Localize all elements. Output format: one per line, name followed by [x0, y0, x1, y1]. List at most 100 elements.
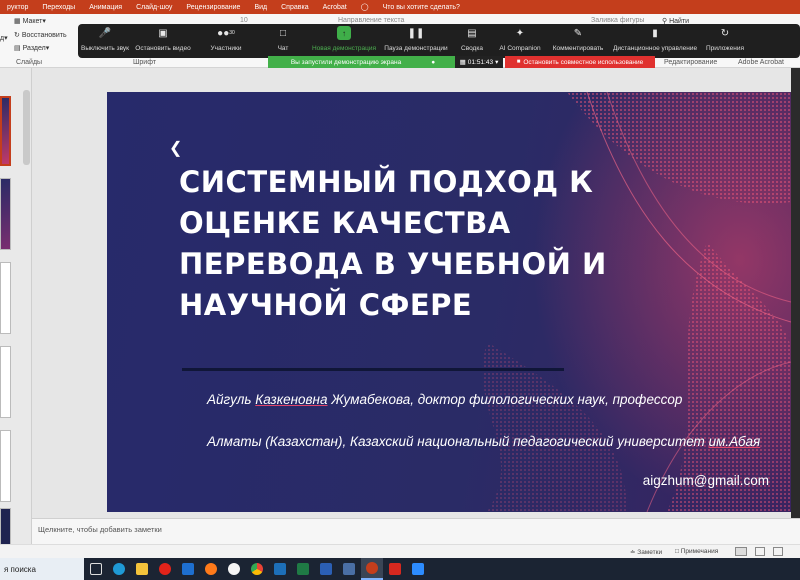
chevron-down-icon: ▾	[495, 59, 499, 66]
slide-title: СИСТЕМНЫЙ ПОДХОД К ОЦЕНКЕ КАЧЕСТВА ПЕРЕВ…	[179, 165, 607, 322]
new-share-button[interactable]: ↑ Новая демонстрация	[308, 26, 380, 52]
title-divider	[182, 368, 564, 371]
slide-thumbnail-1[interactable]	[0, 96, 11, 166]
mute-button[interactable]: 🎤 Выключить звук	[78, 26, 132, 53]
sparkle-icon: ✦	[515, 27, 525, 39]
sharing-banner: Вы запустили демонстрацию экрана ●	[268, 56, 458, 68]
menu-help[interactable]: Справка	[274, 4, 315, 11]
opera-browser-icon[interactable]	[154, 558, 176, 580]
affiliation-tail: им.Абая	[708, 434, 761, 449]
word-app-icon[interactable]	[315, 558, 337, 580]
layout-button[interactable]: ▦ Макет▾	[14, 17, 46, 25]
yandex-browser-icon[interactable]	[223, 558, 245, 580]
group-label-font: Шрифт	[133, 59, 157, 66]
current-slide[interactable]: ❮ СИСТЕМНЫЙ ПОДХОД К ОЦЕНКЕ КАЧЕСТВА ПЕР…	[107, 92, 791, 512]
slide-thumbnail-3[interactable]	[0, 262, 11, 334]
comments-toggle[interactable]: □ Примечания	[675, 548, 718, 555]
share-timer[interactable]: ▦ 01:51:43 ▾	[455, 56, 503, 68]
summary-button[interactable]: ▤ Сводка	[452, 26, 492, 53]
group-label-slides: Слайды	[16, 59, 43, 66]
reset-button[interactable]: ↻ Восстановить	[14, 31, 67, 39]
group-label-editing: Редактирование	[664, 59, 718, 66]
slide-thumbnail-6[interactable]	[0, 508, 11, 548]
chat-button[interactable]: □ Чат	[258, 26, 308, 53]
stop-sharing-button[interactable]: ■ Остановить совместное использование	[505, 56, 655, 68]
zoom-app-icon[interactable]	[407, 558, 429, 580]
photos-app-icon[interactable]	[338, 558, 360, 580]
author-line: Айгуль Казкеновна Жумабекова, доктор фил…	[207, 392, 682, 407]
remote-control-icon: ▮	[652, 27, 658, 39]
file-explorer-icon[interactable]	[131, 558, 153, 580]
menu-acrobat[interactable]: Acrobat	[316, 4, 354, 11]
font-size-fragment[interactable]: 10	[240, 17, 248, 24]
reset-icon: ↻	[14, 32, 20, 39]
notes-pane[interactable]: Щелкните, чтобы добавить заметки	[32, 518, 800, 544]
participants-icon: ●● 30	[217, 27, 235, 39]
affiliation-main: Алматы (Казахстан), Казахский национальн…	[207, 434, 705, 449]
participants-count: 30	[229, 30, 235, 36]
normal-view-button[interactable]	[735, 547, 747, 556]
apps-icon: ↻	[720, 27, 730, 39]
microphone-icon: 🎤	[98, 27, 112, 39]
group-label-acrobat: Adobe Acrobat	[738, 59, 784, 66]
menu-review[interactable]: Рецензирование	[179, 4, 247, 11]
menu-view[interactable]: Вид	[247, 4, 274, 11]
reading-view-button[interactable]	[773, 547, 783, 556]
menu-design[interactable]: руктор	[0, 4, 35, 11]
text-direction-button[interactable]: Направление текста	[338, 17, 404, 24]
annotate-button[interactable]: ✎ Комментировать	[548, 26, 608, 53]
task-view-icon[interactable]	[85, 558, 107, 580]
outlook-app-icon[interactable]	[269, 558, 291, 580]
pause-icon: ❚❚	[407, 27, 425, 39]
side-panel-edge	[791, 68, 800, 518]
author-details: Жумабекова, доктор филологических наук, …	[331, 392, 683, 407]
author-email: aigzhum@gmail.com	[642, 473, 769, 488]
thumbnail-scrollbar[interactable]	[23, 90, 30, 165]
menu-slideshow[interactable]: Слайд-шоу	[129, 4, 179, 11]
sorter-view-button[interactable]	[755, 547, 765, 556]
apps-button[interactable]: ↻ Приложения	[702, 26, 748, 53]
stop-video-button[interactable]: ▣ Остановить видео	[132, 26, 194, 53]
new-slide-fragment[interactable]: д▾	[0, 34, 8, 42]
annotate-icon: ✎	[573, 27, 583, 39]
affiliation-line: Алматы (Казахстан), Казахский национальн…	[207, 432, 787, 451]
author-patronymic: Казкеновна	[255, 392, 328, 407]
ribbon-menubar: руктор Переходы Анимация Слайд-шоу Рецен…	[0, 0, 800, 14]
grid-icon: ▦	[459, 59, 466, 66]
acrobat-app-icon[interactable]	[384, 558, 406, 580]
excel-app-icon[interactable]	[292, 558, 314, 580]
chat-icon: □	[279, 27, 287, 39]
slide-thumbnail-4[interactable]	[0, 346, 11, 418]
shield-icon: ●	[431, 58, 436, 66]
edge-browser-icon[interactable]	[108, 558, 130, 580]
lightbulb-icon: ◯	[360, 4, 369, 11]
participants-button[interactable]: ●● 30 Участники	[194, 26, 258, 53]
slide-thumbnail-2[interactable]	[0, 178, 11, 250]
section-icon: ▤	[14, 45, 21, 52]
section-button[interactable]: ▤ Раздел▾	[14, 44, 49, 52]
powerpoint-app-icon[interactable]	[361, 558, 383, 580]
remote-control-button[interactable]: ▮ Дистанционное управление	[608, 26, 702, 53]
menu-animation[interactable]: Анимация	[82, 4, 129, 11]
back-chevron-icon: ❮	[169, 140, 183, 157]
tell-me-search[interactable]: Что вы хотите сделать?	[376, 4, 467, 11]
video-camera-icon: ▣	[158, 27, 168, 39]
windows-taskbar: я поиска	[0, 558, 800, 580]
shape-fill-button[interactable]: Заливка фигуры	[591, 17, 644, 24]
chrome-browser-icon[interactable]	[246, 558, 268, 580]
summary-icon: ▤	[467, 27, 477, 39]
pause-share-button[interactable]: ❚❚ Пауза демонстрации	[380, 26, 452, 53]
status-bar: ≐ Заметки □ Примечания	[0, 544, 800, 558]
zoom-meeting-toolbar: 🎤 Выключить звук ▣ Остановить видео ●● 30…	[78, 24, 800, 58]
stop-icon: ■	[516, 59, 521, 65]
share-screen-icon: ↑	[337, 26, 351, 40]
slide-thumbnail-5[interactable]	[0, 430, 11, 502]
firefox-browser-icon[interactable]	[200, 558, 222, 580]
menu-transitions[interactable]: Переходы	[35, 4, 82, 11]
notes-placeholder: Щелкните, чтобы добавить заметки	[38, 525, 162, 534]
ai-companion-button[interactable]: ✦ AI Companion	[492, 26, 548, 53]
taskbar-search[interactable]: я поиска	[0, 558, 84, 580]
notes-toggle[interactable]: ≐ Заметки	[630, 548, 662, 556]
author-first-name: Айгуль	[207, 392, 252, 407]
mail-app-icon[interactable]	[177, 558, 199, 580]
